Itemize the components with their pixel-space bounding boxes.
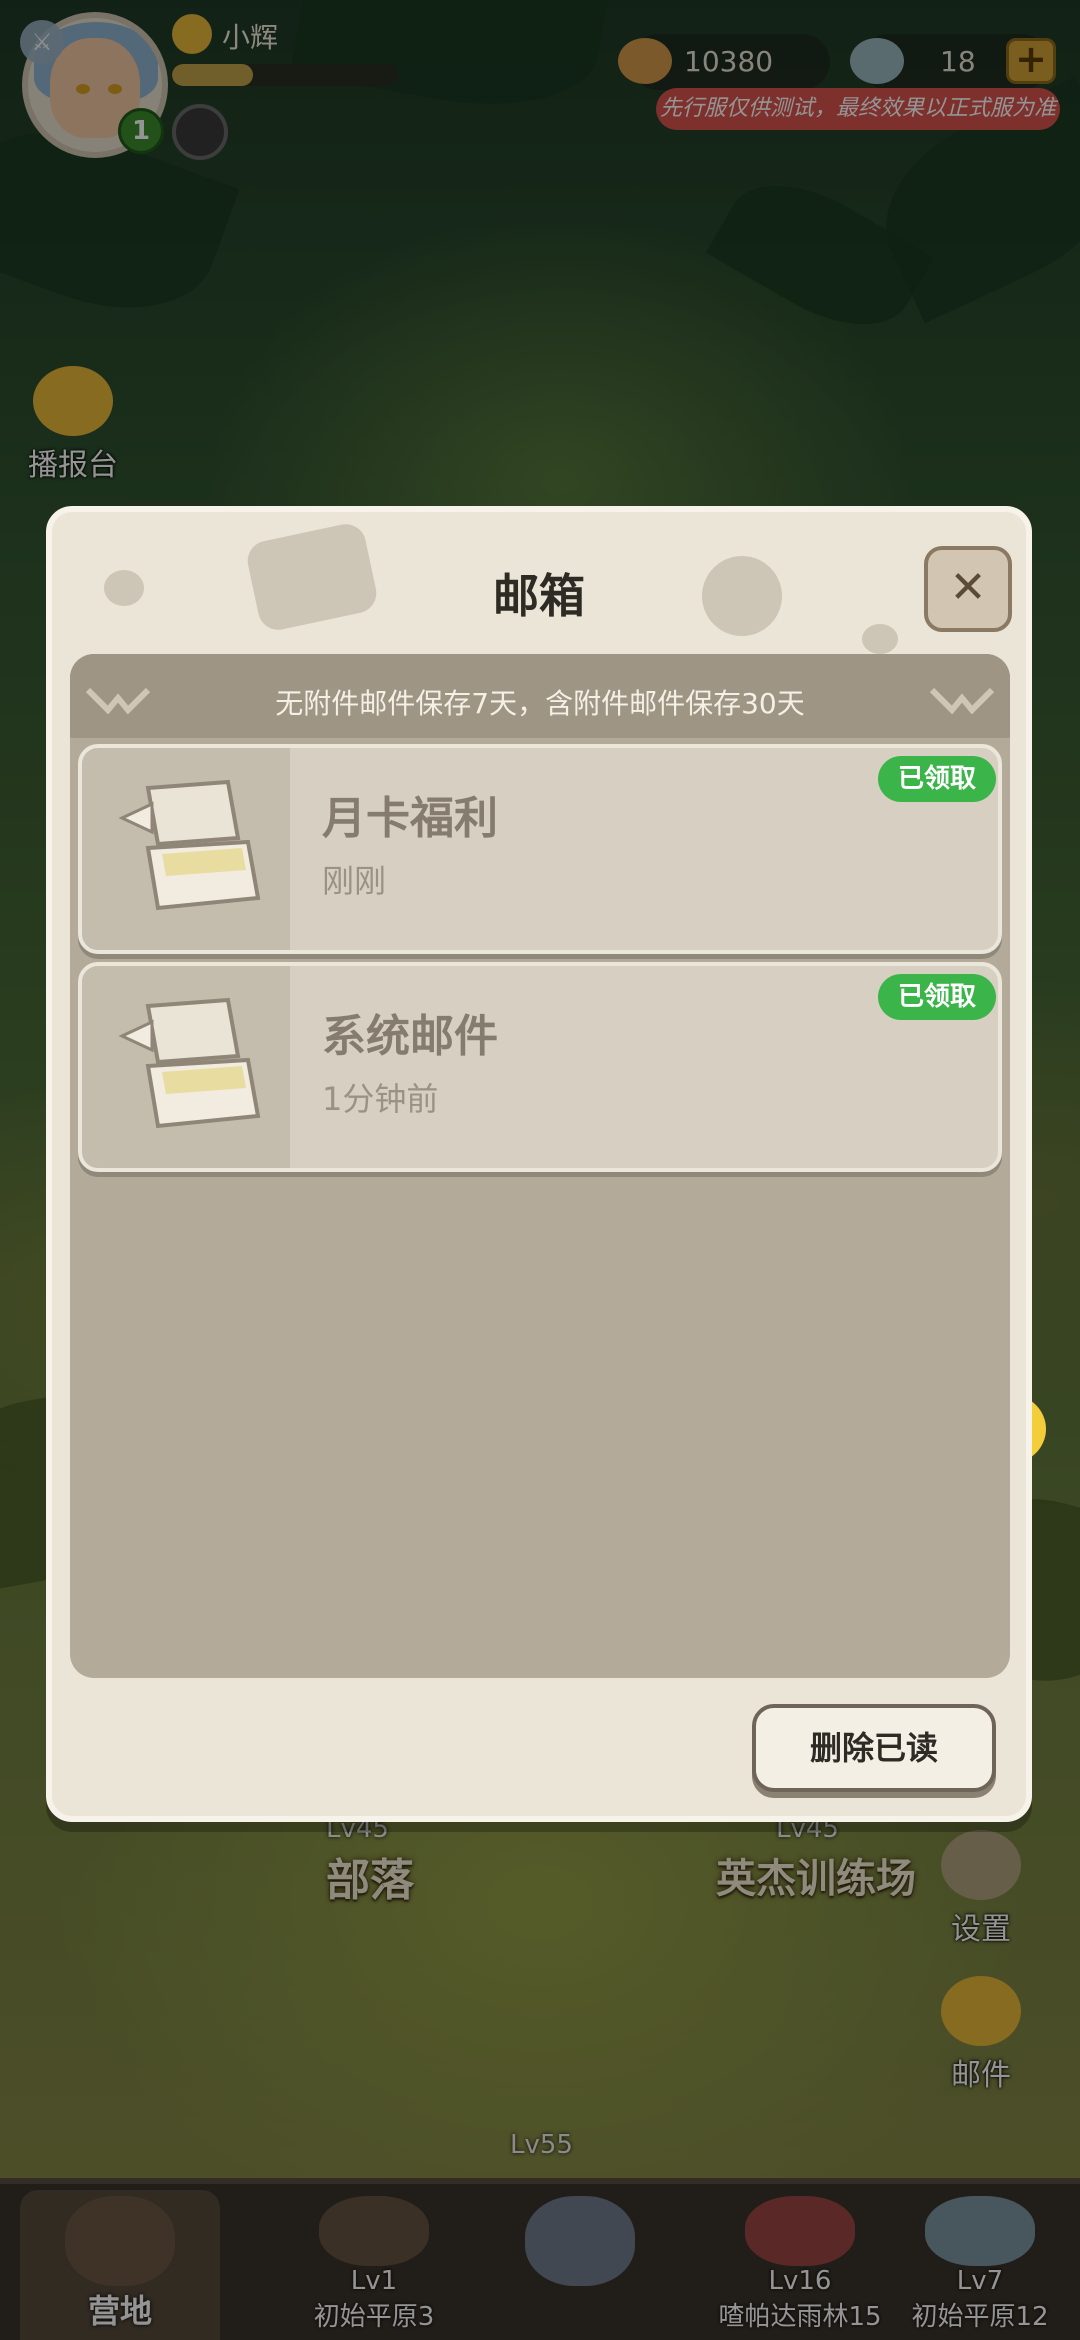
- opened-chest-icon: [118, 779, 261, 911]
- decor-stone-icon: [862, 624, 898, 654]
- mailbox-dialog: 邮箱 ✕ 无附件邮件保存7天，含附件邮件保存30天 月卡福利 刚刚 已领取 系统…: [46, 506, 1032, 1822]
- mail-time: 1分钟前: [322, 1080, 439, 1118]
- mail-time: 刚刚: [322, 862, 387, 900]
- mail-icon-box: [82, 748, 290, 950]
- mail-list-header: 无附件邮件保存7天，含附件邮件保存30天: [70, 654, 1010, 738]
- close-button[interactable]: ✕: [924, 546, 1012, 632]
- mail-item[interactable]: 系统邮件 1分钟前 已领取: [78, 962, 1002, 1172]
- chevron-down-icon: [930, 688, 994, 714]
- opened-chest-icon: [118, 997, 261, 1129]
- delete-read-button[interactable]: 删除已读: [752, 1704, 996, 1792]
- mail-item[interactable]: 月卡福利 刚刚 已领取: [78, 744, 1002, 954]
- mail-icon-box: [82, 966, 290, 1168]
- mail-title: 系统邮件: [322, 1011, 498, 1062]
- mail-list-panel: 无附件邮件保存7天，含附件邮件保存30天 月卡福利 刚刚 已领取 系统邮件 1分…: [70, 654, 1010, 1678]
- claimed-badge: 已领取: [878, 756, 996, 802]
- claimed-badge: 已领取: [878, 974, 996, 1020]
- mail-title: 月卡福利: [322, 793, 498, 844]
- mailbox-title: 邮箱: [493, 569, 585, 623]
- retention-note: 无附件邮件保存7天，含附件邮件保存30天: [275, 687, 805, 720]
